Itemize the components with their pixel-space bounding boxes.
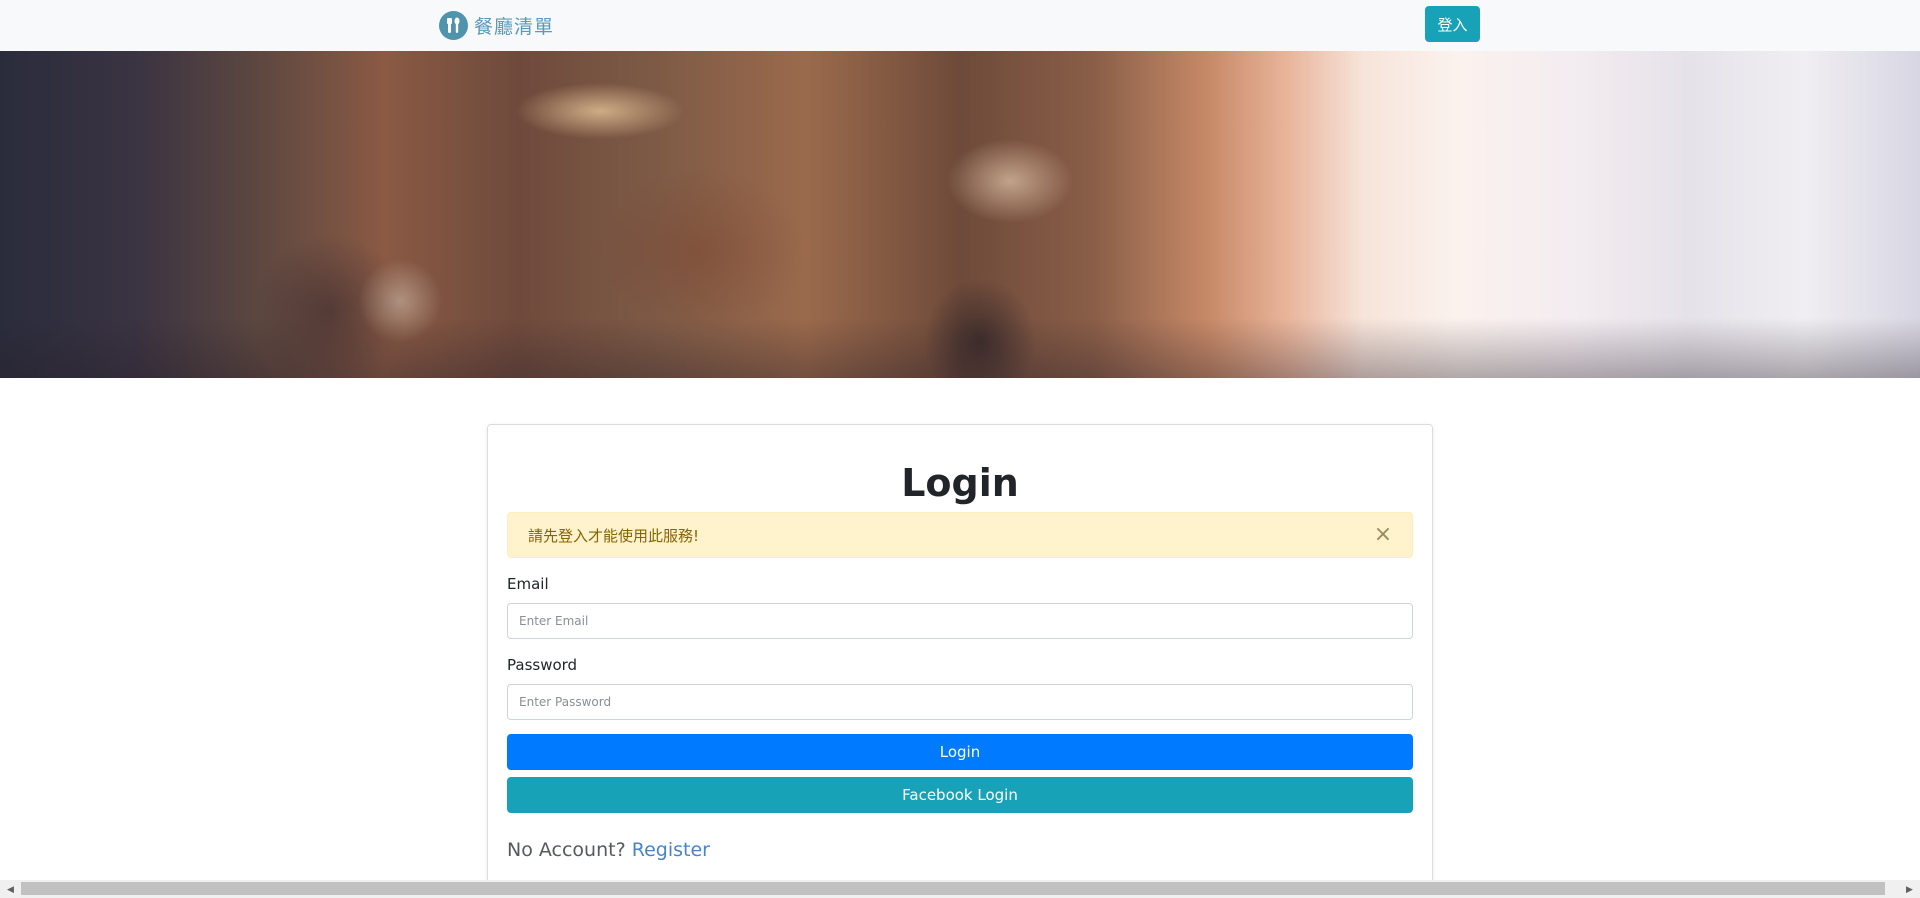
horizontal-scrollbar[interactable]: ◀ ▶ [0, 880, 1920, 898]
scrollbar-thumb[interactable] [21, 882, 1885, 895]
navbar-login-button[interactable]: 登入 [1425, 6, 1480, 42]
scroll-right-icon[interactable]: ▶ [1901, 880, 1918, 898]
scroll-left-icon[interactable]: ◀ [2, 880, 19, 898]
login-title: Login [901, 461, 1019, 505]
login-button[interactable]: Login [507, 734, 1413, 770]
facebook-login-button[interactable]: Facebook Login [507, 777, 1413, 813]
brand-name: 餐廳清單 [474, 15, 555, 38]
utensils-icon [439, 10, 468, 40]
password-field[interactable] [507, 684, 1413, 720]
close-icon[interactable]: × [1372, 523, 1394, 547]
login-card: Login 請先登入才能使用此服務! × Email Password Logi… [487, 424, 1433, 898]
no-account-text: No Account? [507, 839, 626, 861]
register-link[interactable]: Register [632, 839, 710, 861]
alert-message: 請先登入才能使用此服務! [528, 526, 700, 545]
password-label: Password [507, 656, 578, 674]
brand-link[interactable]: 餐廳清單 [439, 10, 554, 40]
email-field[interactable] [507, 603, 1413, 639]
register-prompt: No Account? Register [507, 839, 710, 861]
warning-alert: 請先登入才能使用此服務! × [507, 512, 1413, 558]
hero-banner-image [0, 51, 1920, 378]
top-navbar: 餐廳清單 登入 [0, 0, 1920, 51]
email-label: Email [507, 575, 549, 593]
